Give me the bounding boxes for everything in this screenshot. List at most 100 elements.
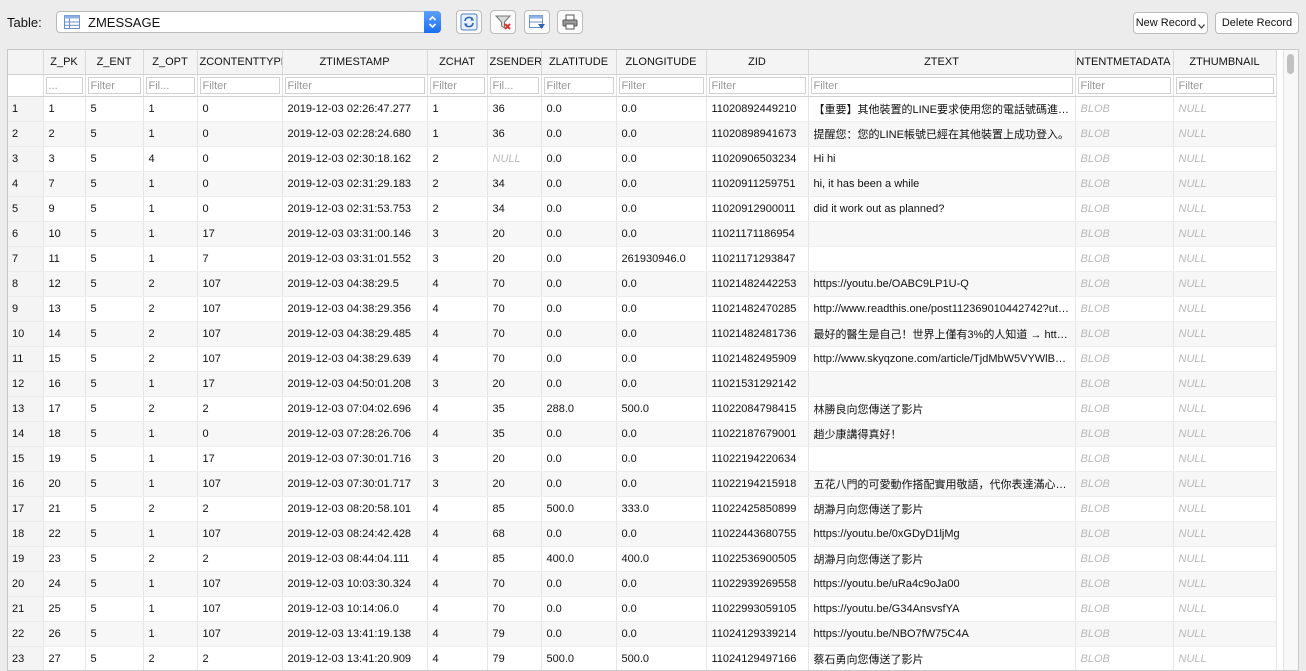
clear-filter-button[interactable]: [490, 10, 516, 34]
table-cell[interactable]: NULL: [1173, 496, 1277, 522]
table-cell[interactable]: 五花八門的可愛動作搭配實用敬語，代你表達滿心感謝與祝福: [808, 471, 1076, 497]
table-cell[interactable]: 2019-12-03 04:38:29.485: [282, 321, 428, 347]
table-cell[interactable]: 11022993059105: [706, 596, 809, 622]
table-cell[interactable]: NULL: [1173, 371, 1277, 397]
table-cell[interactable]: 4: [427, 621, 488, 647]
table-cell[interactable]: 11021171293847: [706, 246, 809, 272]
table-row[interactable]: 15 19 5 1 17 2019-12-03 07:30:01.716 3 20 0.0 0.0…: [8, 446, 1277, 472]
table-cell[interactable]: NULL: [1173, 571, 1277, 597]
table-cell[interactable]: 5: [85, 546, 144, 572]
table-cell[interactable]: 4: [427, 646, 488, 670]
table-cell[interactable]: 0.0: [616, 321, 707, 347]
table-cell[interactable]: 2: [197, 546, 283, 572]
filter-input[interactable]: Filter: [87, 77, 141, 94]
table-row[interactable]: 4 7 5 1 0 2019-12-03 02:31:29.183 2 34 0.0 0.0 110…: [8, 171, 1277, 197]
table-cell[interactable]: 1: [143, 621, 198, 647]
table-cell[interactable]: 0.0: [541, 196, 617, 222]
table-cell[interactable]: BLOB: [1075, 146, 1174, 172]
column-header[interactable]: Z_OPT: [143, 50, 198, 75]
table-cell[interactable]: 70: [487, 596, 542, 622]
table-cell[interactable]: NULL: [1173, 321, 1277, 347]
table-cell[interactable]: 0.0: [541, 346, 617, 372]
table-cell[interactable]: 5: [85, 571, 144, 597]
table-cell[interactable]: 4: [143, 146, 198, 172]
table-cell[interactable]: BLOB: [1075, 196, 1174, 222]
table-cell[interactable]: BLOB: [1075, 271, 1174, 297]
table-cell[interactable]: 4: [427, 321, 488, 347]
table-cell[interactable]: 0.0: [541, 596, 617, 622]
table-row[interactable]: 3 3 5 4 0 2019-12-03 02:30:18.162 2 NULL 0.0 0.0 1…: [8, 146, 1277, 172]
table-cell[interactable]: 0.0: [616, 521, 707, 547]
table-cell[interactable]: 36: [487, 121, 542, 147]
table-cell[interactable]: BLOB: [1075, 421, 1174, 447]
table-cell[interactable]: BLOB: [1075, 446, 1174, 472]
table-cell[interactable]: 4: [427, 421, 488, 447]
table-cell[interactable]: 4: [427, 521, 488, 547]
table-cell[interactable]: 34: [487, 196, 542, 222]
table-cell[interactable]: 1: [143, 521, 198, 547]
table-cell[interactable]: 2: [197, 646, 283, 670]
table-cell[interactable]: http://www.readthis.one/post112369010442…: [808, 296, 1076, 322]
filter-input[interactable]: Filter: [543, 77, 614, 94]
table-cell[interactable]: https://youtu.be/NBO7fW75C4A: [808, 621, 1076, 647]
table-cell[interactable]: NULL: [1173, 221, 1277, 247]
table-cell[interactable]: BLOB: [1075, 646, 1174, 670]
filter-input[interactable]: Filter: [708, 77, 806, 94]
table-cell[interactable]: 23: [43, 546, 86, 572]
table-cell[interactable]: 5: [85, 446, 144, 472]
table-cell[interactable]: Hi hi: [808, 146, 1076, 172]
table-cell[interactable]: 11022425850899: [706, 496, 809, 522]
table-cell[interactable]: 11022939269558: [706, 571, 809, 597]
table-cell[interactable]: BLOB: [1075, 346, 1174, 372]
data-grid[interactable]: Z_PK Z_ENT Z_OPT ZCONTENTTYPE ZTIMESTAMP…: [7, 49, 1299, 671]
table-cell[interactable]: 70: [487, 296, 542, 322]
table-cell[interactable]: 2019-12-03 08:24:42.428: [282, 521, 428, 547]
table-cell[interactable]: 0.0: [541, 521, 617, 547]
table-cell[interactable]: 17: [197, 371, 283, 397]
table-cell[interactable]: 107: [197, 521, 283, 547]
table-cell[interactable]: NULL: [1173, 96, 1277, 122]
table-cell[interactable]: 500.0: [541, 496, 617, 522]
table-cell[interactable]: 5: [85, 421, 144, 447]
table-cell[interactable]: BLOB: [1075, 521, 1174, 547]
table-cell[interactable]: 0.0: [541, 171, 617, 197]
table-cell[interactable]: 2019-12-03 08:44:04.111: [282, 546, 428, 572]
table-cell[interactable]: 79: [487, 646, 542, 670]
new-record-button[interactable]: New Record: [1133, 12, 1208, 34]
table-row[interactable]: 21 25 5 1 107 2019-12-03 10:14:06.0 4 70 0.0 0.0 1…: [8, 596, 1277, 622]
table-cell[interactable]: 333.0: [616, 496, 707, 522]
table-cell[interactable]: 2: [143, 396, 198, 422]
table-cell[interactable]: 11021482495909: [706, 346, 809, 372]
table-cell[interactable]: https://youtu.be/OABC9LP1U-Q: [808, 271, 1076, 297]
column-header[interactable]: ZCHAT: [427, 50, 488, 75]
filter-input[interactable]: Filter: [1077, 77, 1171, 94]
table-cell[interactable]: 0.0: [616, 571, 707, 597]
table-cell[interactable]: 5: [85, 271, 144, 297]
table-cell[interactable]: 70: [487, 321, 542, 347]
table-cell[interactable]: 17: [197, 221, 283, 247]
table-cell[interactable]: BLOB: [1075, 471, 1174, 497]
table-cell[interactable]: 5: [85, 396, 144, 422]
column-header[interactable]: Z_PK: [43, 50, 86, 75]
column-header[interactable]: ZTIMESTAMP: [282, 50, 428, 75]
table-cell[interactable]: 2: [143, 496, 198, 522]
table-row[interactable]: 20 24 5 1 107 2019-12-03 10:03:30.324 4 70 0.0 0.…: [8, 571, 1277, 597]
table-cell[interactable]: 0.0: [541, 421, 617, 447]
table-cell[interactable]: 5: [85, 621, 144, 647]
table-cell[interactable]: 20: [43, 471, 86, 497]
table-cell[interactable]: 2019-12-03 04:38:29.356: [282, 296, 428, 322]
table-cell[interactable]: BLOB: [1075, 121, 1174, 147]
table-cell[interactable]: 2: [43, 121, 86, 147]
table-cell[interactable]: 11022194215918: [706, 471, 809, 497]
delete-record-button[interactable]: Delete Record: [1215, 12, 1299, 34]
table-cell[interactable]: 15: [43, 346, 86, 372]
filter-input[interactable]: Fil...: [145, 77, 195, 94]
table-cell[interactable]: 0.0: [616, 471, 707, 497]
table-cell[interactable]: 11020892449210: [706, 96, 809, 122]
table-cell[interactable]: 提醒您：您的LINE帳號已經在其他裝置上成功登入。: [808, 121, 1076, 147]
table-cell[interactable]: BLOB: [1075, 371, 1174, 397]
table-row[interactable]: 5 9 5 1 0 2019-12-03 02:31:53.753 2 34 0.0 0.0 110…: [8, 196, 1277, 222]
table-cell[interactable]: 0.0: [541, 471, 617, 497]
table-cell[interactable]: 68: [487, 521, 542, 547]
table-cell[interactable]: 2019-12-03 03:31:01.552: [282, 246, 428, 272]
